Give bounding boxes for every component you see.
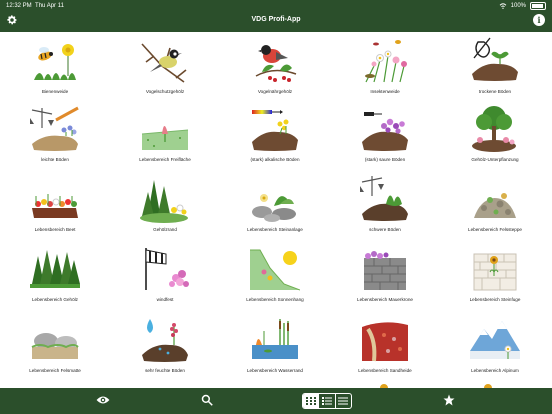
- rock-garden-icon: [252, 194, 296, 222]
- tile-label: Gehölzrand: [153, 227, 177, 232]
- battery-percent: 100%: [510, 3, 526, 9]
- tile-label: windfest: [156, 297, 174, 302]
- tile-label: Lebensbereich Mauerkrone: [357, 297, 413, 302]
- status-date-text: Thu Apr 11: [35, 3, 64, 9]
- tile-alkalische-boeden[interactable]: (stark) alkalische Böden: [225, 104, 325, 174]
- forest-icon: [30, 250, 80, 288]
- status-right: 100%: [499, 2, 546, 10]
- tile-label: (stark) alkalische Böden: [250, 157, 300, 162]
- rock-steppe-icon: [474, 193, 516, 218]
- tile-bienenweide[interactable]: Bienenweide: [5, 36, 105, 106]
- tile-gehoelz-unterpflanzung[interactable]: Gehölz-Unterpflanzung: [445, 104, 545, 174]
- eye-icon[interactable]: [96, 394, 110, 406]
- tile-wasserrand[interactable]: Lebensbereich Wasserrand: [225, 315, 325, 385]
- tile-label: Lebensbereich Freifläche: [139, 157, 191, 162]
- alkaline-soil-icon: [252, 110, 298, 151]
- tile-label: schwere Böden: [369, 227, 401, 232]
- tile-label: Lebensbereich Wasserrand: [246, 368, 303, 373]
- tile-label: Vogelschutzgehölz: [145, 89, 185, 94]
- tile-label: sehr feuchte Böden: [145, 368, 185, 373]
- tile-label: Gehölz-Unterpflanzung: [471, 157, 519, 162]
- tile-label: Lebensbereich Felsmatte: [29, 368, 81, 373]
- tile-saure-boeden[interactable]: (stark) saure Böden: [335, 104, 435, 174]
- tile-alpinum[interactable]: Lebensbereich Alpinum: [445, 315, 545, 385]
- top-bar: 12:32 PM Thu Apr 11 100% VDG Profi-App i: [0, 0, 552, 32]
- tile-label: Lebensbereich Felssteppe: [468, 227, 522, 232]
- underplanting-icon: [472, 106, 516, 152]
- category-grid: Bienenweide Vogelschutzgehölz Vogelnährg…: [0, 32, 552, 388]
- grid-view-icon: [305, 397, 316, 405]
- tile-vogelnaehrgehoelz[interactable]: Vogelnährgehölz: [225, 36, 325, 106]
- windsock-icon: [145, 248, 189, 290]
- bottom-toolbar: [0, 388, 552, 414]
- battery-icon: [530, 2, 546, 10]
- list-view-icon: [321, 397, 332, 405]
- tile-label: leichte Böden: [41, 157, 69, 162]
- insects-flowers-icon: [365, 40, 407, 83]
- tile-felssteppe[interactable]: Lebensbereich Felssteppe: [445, 174, 545, 244]
- bee-icon: [34, 44, 76, 80]
- tile-windfest[interactable]: windfest: [115, 244, 215, 314]
- compact-list-view-button[interactable]: [336, 394, 351, 408]
- tile-label: Lebensbereich Alpinum: [471, 368, 519, 373]
- acidic-soil-icon: [362, 112, 408, 151]
- grid-view-button[interactable]: [303, 394, 320, 408]
- tile-gehoelzrand[interactable]: Gehölzrand: [115, 174, 215, 244]
- tile-steinfuge[interactable]: Lebensbereich Steinfuge: [445, 244, 545, 314]
- tile-gehoelz[interactable]: Lebensbereich Gehölz: [5, 244, 105, 314]
- tile-insektenweide[interactable]: Insektenweide: [335, 36, 435, 106]
- sunny-slope-icon: [250, 249, 300, 291]
- sand-heath-icon: [362, 322, 408, 362]
- tile-felsmatte[interactable]: Lebensbereich Felsmatte: [5, 315, 105, 385]
- status-time-text: 12:32 PM: [6, 3, 32, 9]
- woodland-edge-icon: [140, 180, 188, 223]
- flower-bed-icon: [32, 194, 78, 218]
- heavy-soil-scale-icon: [360, 176, 408, 221]
- wall-crown-icon: [364, 251, 406, 290]
- tile-label: Lebensbereich Beet: [34, 227, 76, 232]
- info-icon[interactable]: i: [533, 14, 545, 26]
- tile-label: Lebensbereich Steinanlage: [247, 227, 303, 232]
- light-soil-scale-icon: [30, 106, 79, 151]
- tile-feuchte-boeden[interactable]: sehr feuchte Böden: [115, 315, 215, 385]
- bullfinch-berries-icon: [255, 45, 297, 82]
- star-icon[interactable]: [442, 394, 456, 406]
- tile-label: Lebensbereich Gehölz: [32, 297, 78, 302]
- list-view-button[interactable]: [319, 394, 336, 408]
- tile-trockene-boeden[interactable]: trockene Böden: [445, 36, 545, 106]
- tile-label: Bienenweide: [41, 89, 69, 94]
- tile-label: Lebensbereich Steinfuge: [469, 297, 521, 302]
- tile-label: Lebensbereich Sandheide: [358, 368, 412, 373]
- tile-freiflaeche[interactable]: Lebensbereich Freifläche: [115, 104, 215, 174]
- dry-soil-icon: [472, 37, 518, 81]
- tile-schwere-boeden[interactable]: schwere Böden: [335, 174, 435, 244]
- alpine-icon: [470, 321, 520, 359]
- view-mode-segmented-control: [302, 393, 352, 409]
- tile-beet[interactable]: Lebensbereich Beet: [5, 174, 105, 244]
- open-area-icon: [141, 126, 189, 150]
- rock-mat-icon: [31, 333, 79, 359]
- bird-branch-icon: [141, 43, 187, 83]
- tile-label: trockene Böden: [478, 89, 512, 94]
- tile-sonnenhang[interactable]: Lebensbereich Sonnenhang: [225, 244, 325, 314]
- tile-label: Lebensbereich Sonnenhang: [246, 297, 304, 302]
- tile-mauerkrone[interactable]: Lebensbereich Mauerkrone: [335, 244, 435, 314]
- search-icon[interactable]: [200, 394, 214, 406]
- tile-sandheide[interactable]: Lebensbereich Sandheide: [335, 315, 435, 385]
- wet-soil-icon: [142, 319, 188, 362]
- stone-joint-icon: [473, 253, 517, 291]
- tile-leichte-boeden[interactable]: leichte Böden: [5, 104, 105, 174]
- compact-list-icon: [338, 397, 349, 405]
- status-time: 12:32 PM Thu Apr 11: [6, 2, 64, 10]
- wifi-icon: [499, 3, 506, 9]
- tile-label: Insektenweide: [370, 89, 400, 94]
- tile-label: Vogelnährgehölz: [257, 89, 293, 94]
- water-edge-icon: [252, 319, 298, 359]
- tile-steinanlage[interactable]: Lebensbereich Steinanlage: [225, 174, 325, 244]
- tile-vogelschutzgehoelz[interactable]: Vogelschutzgehölz: [115, 36, 215, 106]
- tile-label: (stark) saure Böden: [364, 157, 406, 162]
- app-title: VDG Profi-App: [251, 16, 301, 23]
